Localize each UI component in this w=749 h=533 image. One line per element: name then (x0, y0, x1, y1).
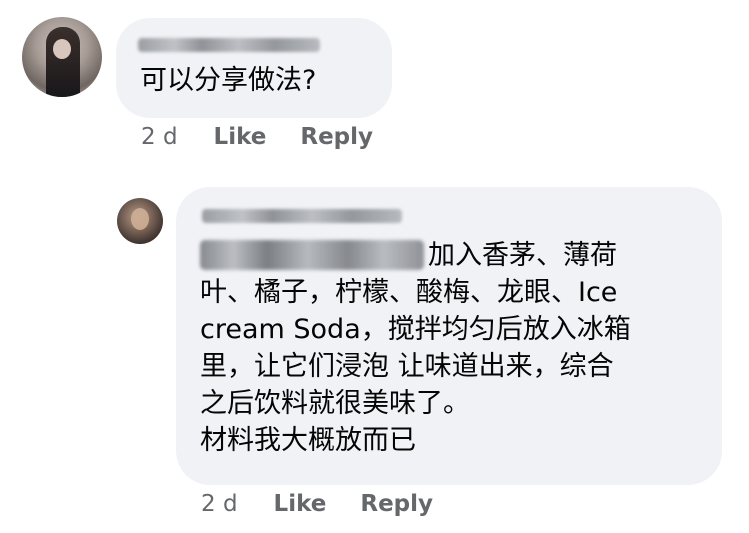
like-button[interactable]: Like (274, 491, 327, 517)
avatar-face (131, 208, 149, 230)
avatar-face (53, 39, 71, 59)
reply-button[interactable]: Reply (360, 491, 433, 517)
commenter-avatar[interactable] (22, 17, 102, 97)
reply-button[interactable]: Reply (300, 124, 373, 150)
comment-text: 可以分享做法? (140, 65, 317, 96)
reply-line: 里，让它们浸泡 让味道出来，综合 (200, 351, 614, 382)
like-button[interactable]: Like (214, 124, 267, 150)
blurred-author-name[interactable] (202, 209, 402, 223)
reply-line-text: 加入香茅、薄荷 (428, 240, 617, 271)
reply-line: 加入香茅、薄荷 (200, 237, 710, 274)
reply-line: 之后饮料就很美味了。 (200, 388, 470, 419)
reply-line: cream Soda，搅拌均匀后放入冰箱 (200, 314, 631, 345)
blurred-mention[interactable] (200, 240, 424, 270)
reply-bubble: 加入香茅、薄荷 叶、橘子，柠檬、酸梅、龙眼、Ice cream Soda，搅拌均… (176, 187, 722, 485)
reply-text: 加入香茅、薄荷 叶、橘子，柠檬、酸梅、龙眼、Ice cream Soda，搅拌均… (200, 237, 710, 459)
reply-line: 叶、橘子，柠檬、酸梅、龙眼、Ice (200, 277, 618, 308)
reply-line: 材料我大概放而已 (200, 425, 416, 456)
avatar-figure (46, 27, 80, 97)
comment-bubble: 可以分享做法? (116, 18, 392, 118)
reply-timestamp[interactable]: 2 d (201, 491, 238, 517)
comment-actions: 2 d Like Reply (141, 124, 407, 150)
blurred-author-name[interactable] (138, 38, 320, 52)
comment-timestamp[interactable]: 2 d (141, 124, 178, 150)
replier-avatar[interactable] (117, 198, 163, 244)
reply-actions: 2 d Like Reply (201, 491, 467, 517)
